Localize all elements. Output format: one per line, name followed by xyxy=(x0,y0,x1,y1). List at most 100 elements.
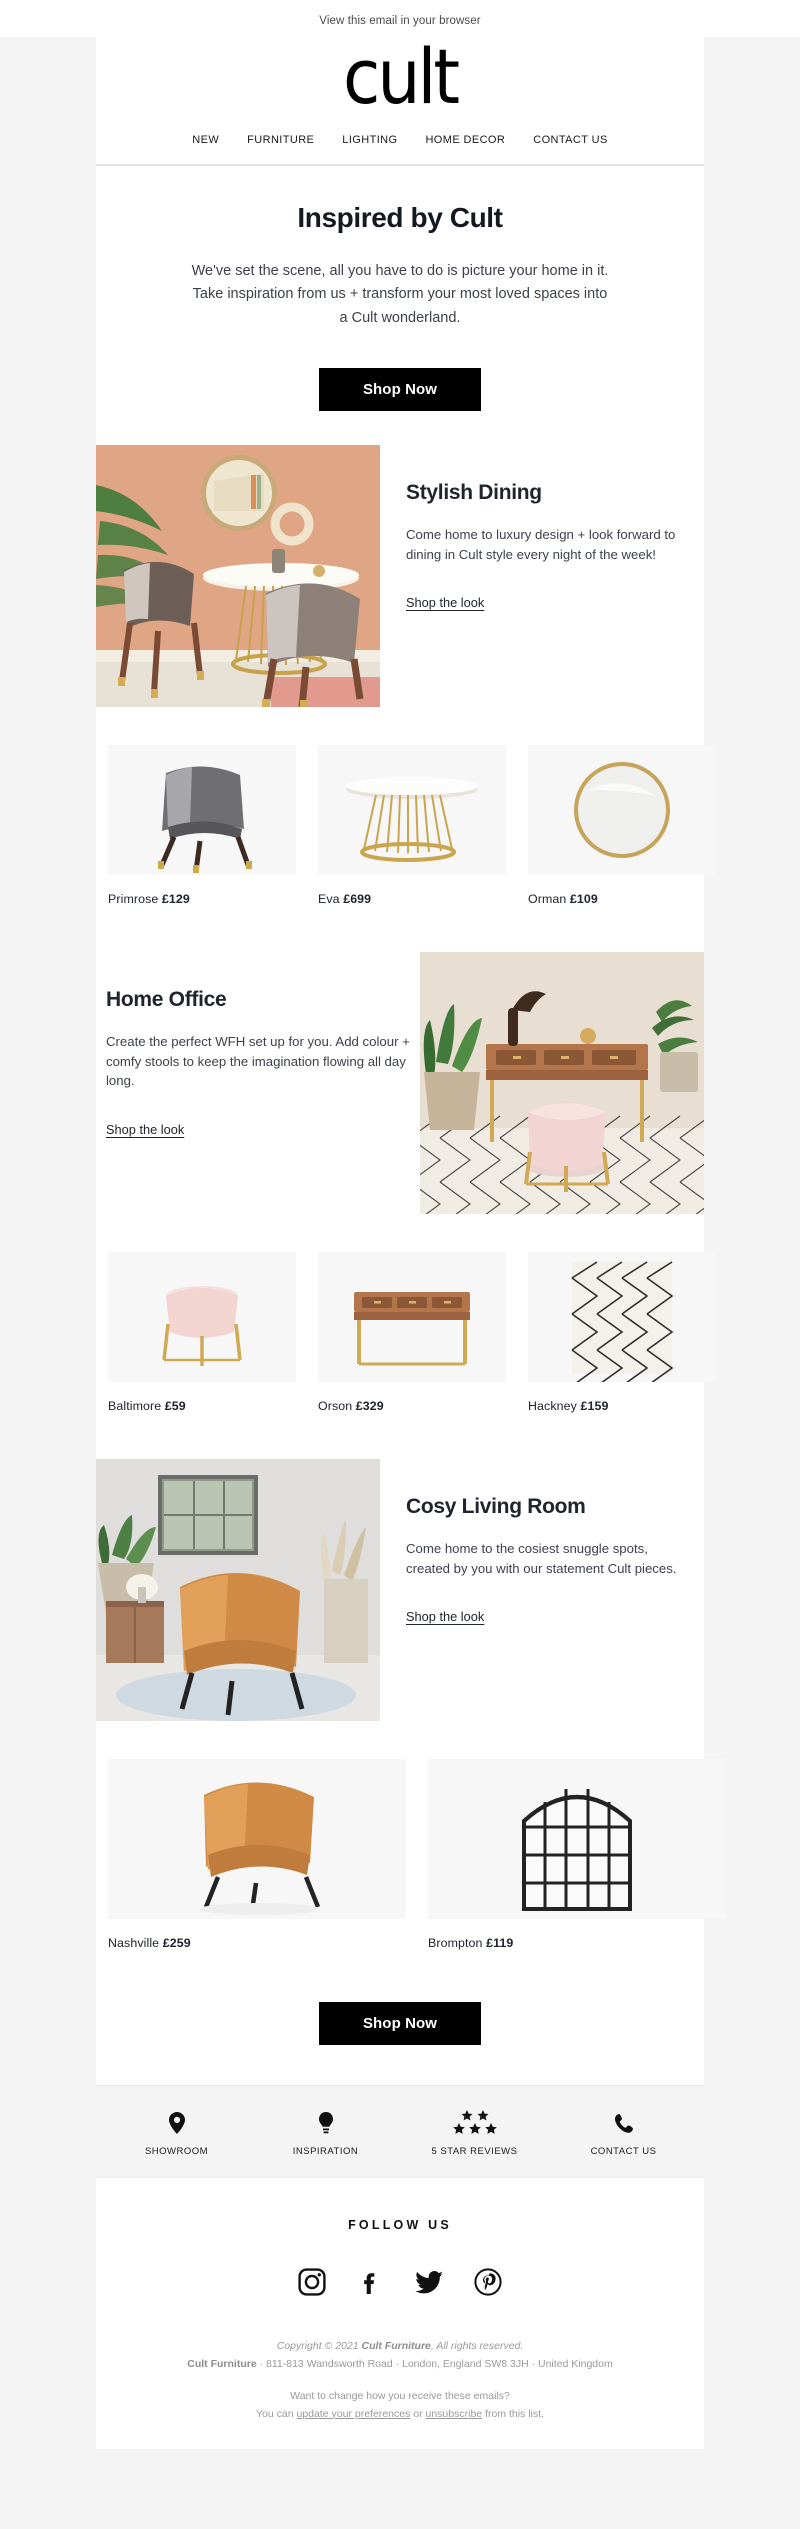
hero-cta-wrap: Shop Now xyxy=(96,336,704,446)
unsubscribe-link[interactable]: unsubscribe xyxy=(426,2408,483,2420)
footer-cta-wrap: Shop Now xyxy=(96,1962,704,2086)
nav-item-new[interactable]: NEW xyxy=(192,134,219,146)
prefs-mid: or xyxy=(410,2407,426,2420)
shop-the-look-link-dining[interactable]: Shop the look xyxy=(406,595,484,610)
dining-room-scene-image[interactable] xyxy=(96,445,380,708)
hero-body-text: We've set the scene, all you have to do … xyxy=(191,262,609,326)
address-line: Cult Furniture · 811-813 Wandsworth Road… xyxy=(126,2356,674,2374)
product-price-orman: £109 xyxy=(569,892,598,907)
product-card-eva[interactable]: Eva £699 xyxy=(318,745,506,906)
section-stylish-dining: Stylish Dining Come home to luxury desig… xyxy=(96,445,704,708)
hero-section: Inspired by Cult We've set the scene, al… xyxy=(96,165,704,337)
living-room-scene-image[interactable] xyxy=(96,1459,380,1722)
update-preferences-link[interactable]: update your preferences xyxy=(297,2408,411,2420)
shop-the-look-link-living[interactable]: Shop the look xyxy=(406,1609,484,1624)
shop-the-look-link-office[interactable]: Shop the look xyxy=(106,1122,184,1137)
office-text-col: Home Office Create the perfect WFH set u… xyxy=(96,952,420,1149)
product-price-primrose: £129 xyxy=(161,892,190,907)
copyright-brand: Cult Furniture xyxy=(361,2340,431,2353)
email-page: View this email in your browser cult NEW… xyxy=(0,0,800,2529)
product-price-eva: £699 xyxy=(343,892,372,907)
product-label-brompton: Brompton £119 xyxy=(428,1919,726,1950)
product-name-hackney: Hackney xyxy=(528,1399,577,1414)
dining-text-col: Stylish Dining Come home to luxury desig… xyxy=(380,445,704,622)
section-title-cosy-living-room: Cosy Living Room xyxy=(406,1495,586,1519)
section-cosy-living-room: Cosy Living Room Come home to the cosies… xyxy=(96,1459,704,1722)
product-price-baltimore: £59 xyxy=(164,1399,186,1414)
preferences-line: You can update your preferences or unsub… xyxy=(126,2406,674,2424)
view-in-browser-link[interactable]: View this email in your browser xyxy=(319,15,480,27)
page-title: Inspired by Cult xyxy=(297,201,503,233)
product-image-baltimore xyxy=(108,1252,296,1383)
lightbulb-icon xyxy=(251,2108,400,2138)
nav-item-furniture[interactable]: FURNITURE xyxy=(247,134,314,146)
twitter-icon[interactable] xyxy=(414,2268,444,2296)
product-label-orson: Orson £329 xyxy=(318,1382,506,1413)
product-name-baltimore: Baltimore xyxy=(108,1399,162,1414)
address-rest: · 811-813 Wandsworth Road · London, Engl… xyxy=(256,2357,613,2370)
product-image-brompton xyxy=(428,1759,726,1920)
product-label-baltimore: Baltimore £59 xyxy=(108,1382,296,1413)
product-card-orman[interactable]: Orman £109 xyxy=(528,745,716,906)
instagram-icon[interactable] xyxy=(298,2268,326,2296)
legal-footer: Copyright © 2021 Cult Furniture, All rig… xyxy=(96,2322,704,2450)
shop-now-button-top[interactable]: Shop Now xyxy=(318,368,482,412)
product-card-hackney[interactable]: Hackney £159 xyxy=(528,1252,716,1413)
section-title-stylish-dining: Stylish Dining xyxy=(406,481,542,505)
spacer-after-dining-grid xyxy=(96,918,704,953)
info-label-reviews: 5 STAR REVIEWS xyxy=(431,2146,518,2158)
living-text-col: Cosy Living Room Come home to the cosies… xyxy=(380,1459,704,1636)
email-header: cult NEW FURNITURE LIGHTING HOME DECOR C… xyxy=(96,37,704,166)
nav-item-lighting[interactable]: LIGHTING xyxy=(342,134,397,146)
section-body-stylish-dining: Come home to luxury design + look forwar… xyxy=(406,527,676,562)
product-label-nashville: Nashville £259 xyxy=(108,1919,406,1950)
product-name-eva: Eva xyxy=(318,892,340,907)
product-card-baltimore[interactable]: Baltimore £59 xyxy=(108,1252,296,1413)
office-scene-image-col xyxy=(420,952,704,1215)
facebook-icon[interactable] xyxy=(356,2268,384,2296)
info-item-reviews[interactable]: 5 STAR REVIEWS xyxy=(400,2108,549,2157)
product-image-nashville xyxy=(108,1759,406,1920)
product-price-nashville: £259 xyxy=(162,1936,191,1951)
info-item-contact[interactable]: CONTACT US xyxy=(549,2108,698,2157)
section-title-home-office: Home Office xyxy=(106,988,227,1012)
product-card-primrose[interactable]: Primrose £129 xyxy=(108,745,296,906)
product-price-hackney: £159 xyxy=(580,1399,609,1414)
product-name-orman: Orman xyxy=(528,892,567,907)
product-grid-dining: Primrose £129 Eva £699 Orman £109 xyxy=(96,707,716,919)
product-card-orson[interactable]: Orson £329 xyxy=(318,1252,506,1413)
copyright-line: Copyright © 2021 Cult Furniture, All rig… xyxy=(126,2338,674,2356)
product-image-eva xyxy=(318,745,506,876)
product-price-orson: £329 xyxy=(355,1399,384,1414)
info-bar: SHOWROOM INSPIRATION 5 STAR REVIEWS CONT… xyxy=(96,2085,704,2179)
section-body-home-office: Create the perfect WFH set up for you. A… xyxy=(106,1034,410,1089)
info-label-inspiration: INSPIRATION xyxy=(292,2146,359,2158)
shop-now-button-bottom[interactable]: Shop Now xyxy=(318,2002,482,2046)
pinterest-icon[interactable] xyxy=(474,2268,502,2296)
email-container: cult NEW FURNITURE LIGHTING HOME DECOR C… xyxy=(96,37,726,2450)
product-grid-office: Baltimore £59 Orson £329 Hackney £159 xyxy=(96,1214,716,1426)
product-name-primrose: Primrose xyxy=(108,892,159,907)
info-item-inspiration[interactable]: INSPIRATION xyxy=(251,2108,400,2157)
five-stars-icon xyxy=(400,2108,549,2138)
preferences-question: Want to change how you receive these ema… xyxy=(290,2389,510,2402)
prefs-pre: You can xyxy=(256,2407,297,2420)
product-grid-living: Nashville £259 Brompton £119 xyxy=(96,1721,726,1963)
product-image-primrose xyxy=(108,745,296,876)
product-name-orson: Orson xyxy=(318,1399,353,1414)
section-body-cosy-living-room: Come home to the cosiest snuggle spots, … xyxy=(406,1541,677,1576)
product-card-brompton[interactable]: Brompton £119 xyxy=(428,1759,726,1950)
follow-us-title: FOLLOW US xyxy=(348,2218,452,2233)
nav-item-contact-us[interactable]: CONTACT US xyxy=(533,134,608,146)
info-item-showroom[interactable]: SHOWROOM xyxy=(102,2108,251,2157)
dining-scene-image-col xyxy=(96,445,380,708)
nav-item-home-decor[interactable]: HOME DECOR xyxy=(425,134,505,146)
product-card-nashville[interactable]: Nashville £259 xyxy=(108,1759,406,1950)
section-home-office: Home Office Create the perfect WFH set u… xyxy=(96,952,704,1215)
cult-logo[interactable]: cult xyxy=(96,36,704,131)
home-office-scene-image[interactable] xyxy=(420,952,704,1215)
location-pin-icon xyxy=(102,2108,251,2138)
prefs-post: from this list. xyxy=(482,2407,544,2420)
spacer-after-office-grid xyxy=(96,1425,704,1460)
social-links xyxy=(96,2232,704,2296)
